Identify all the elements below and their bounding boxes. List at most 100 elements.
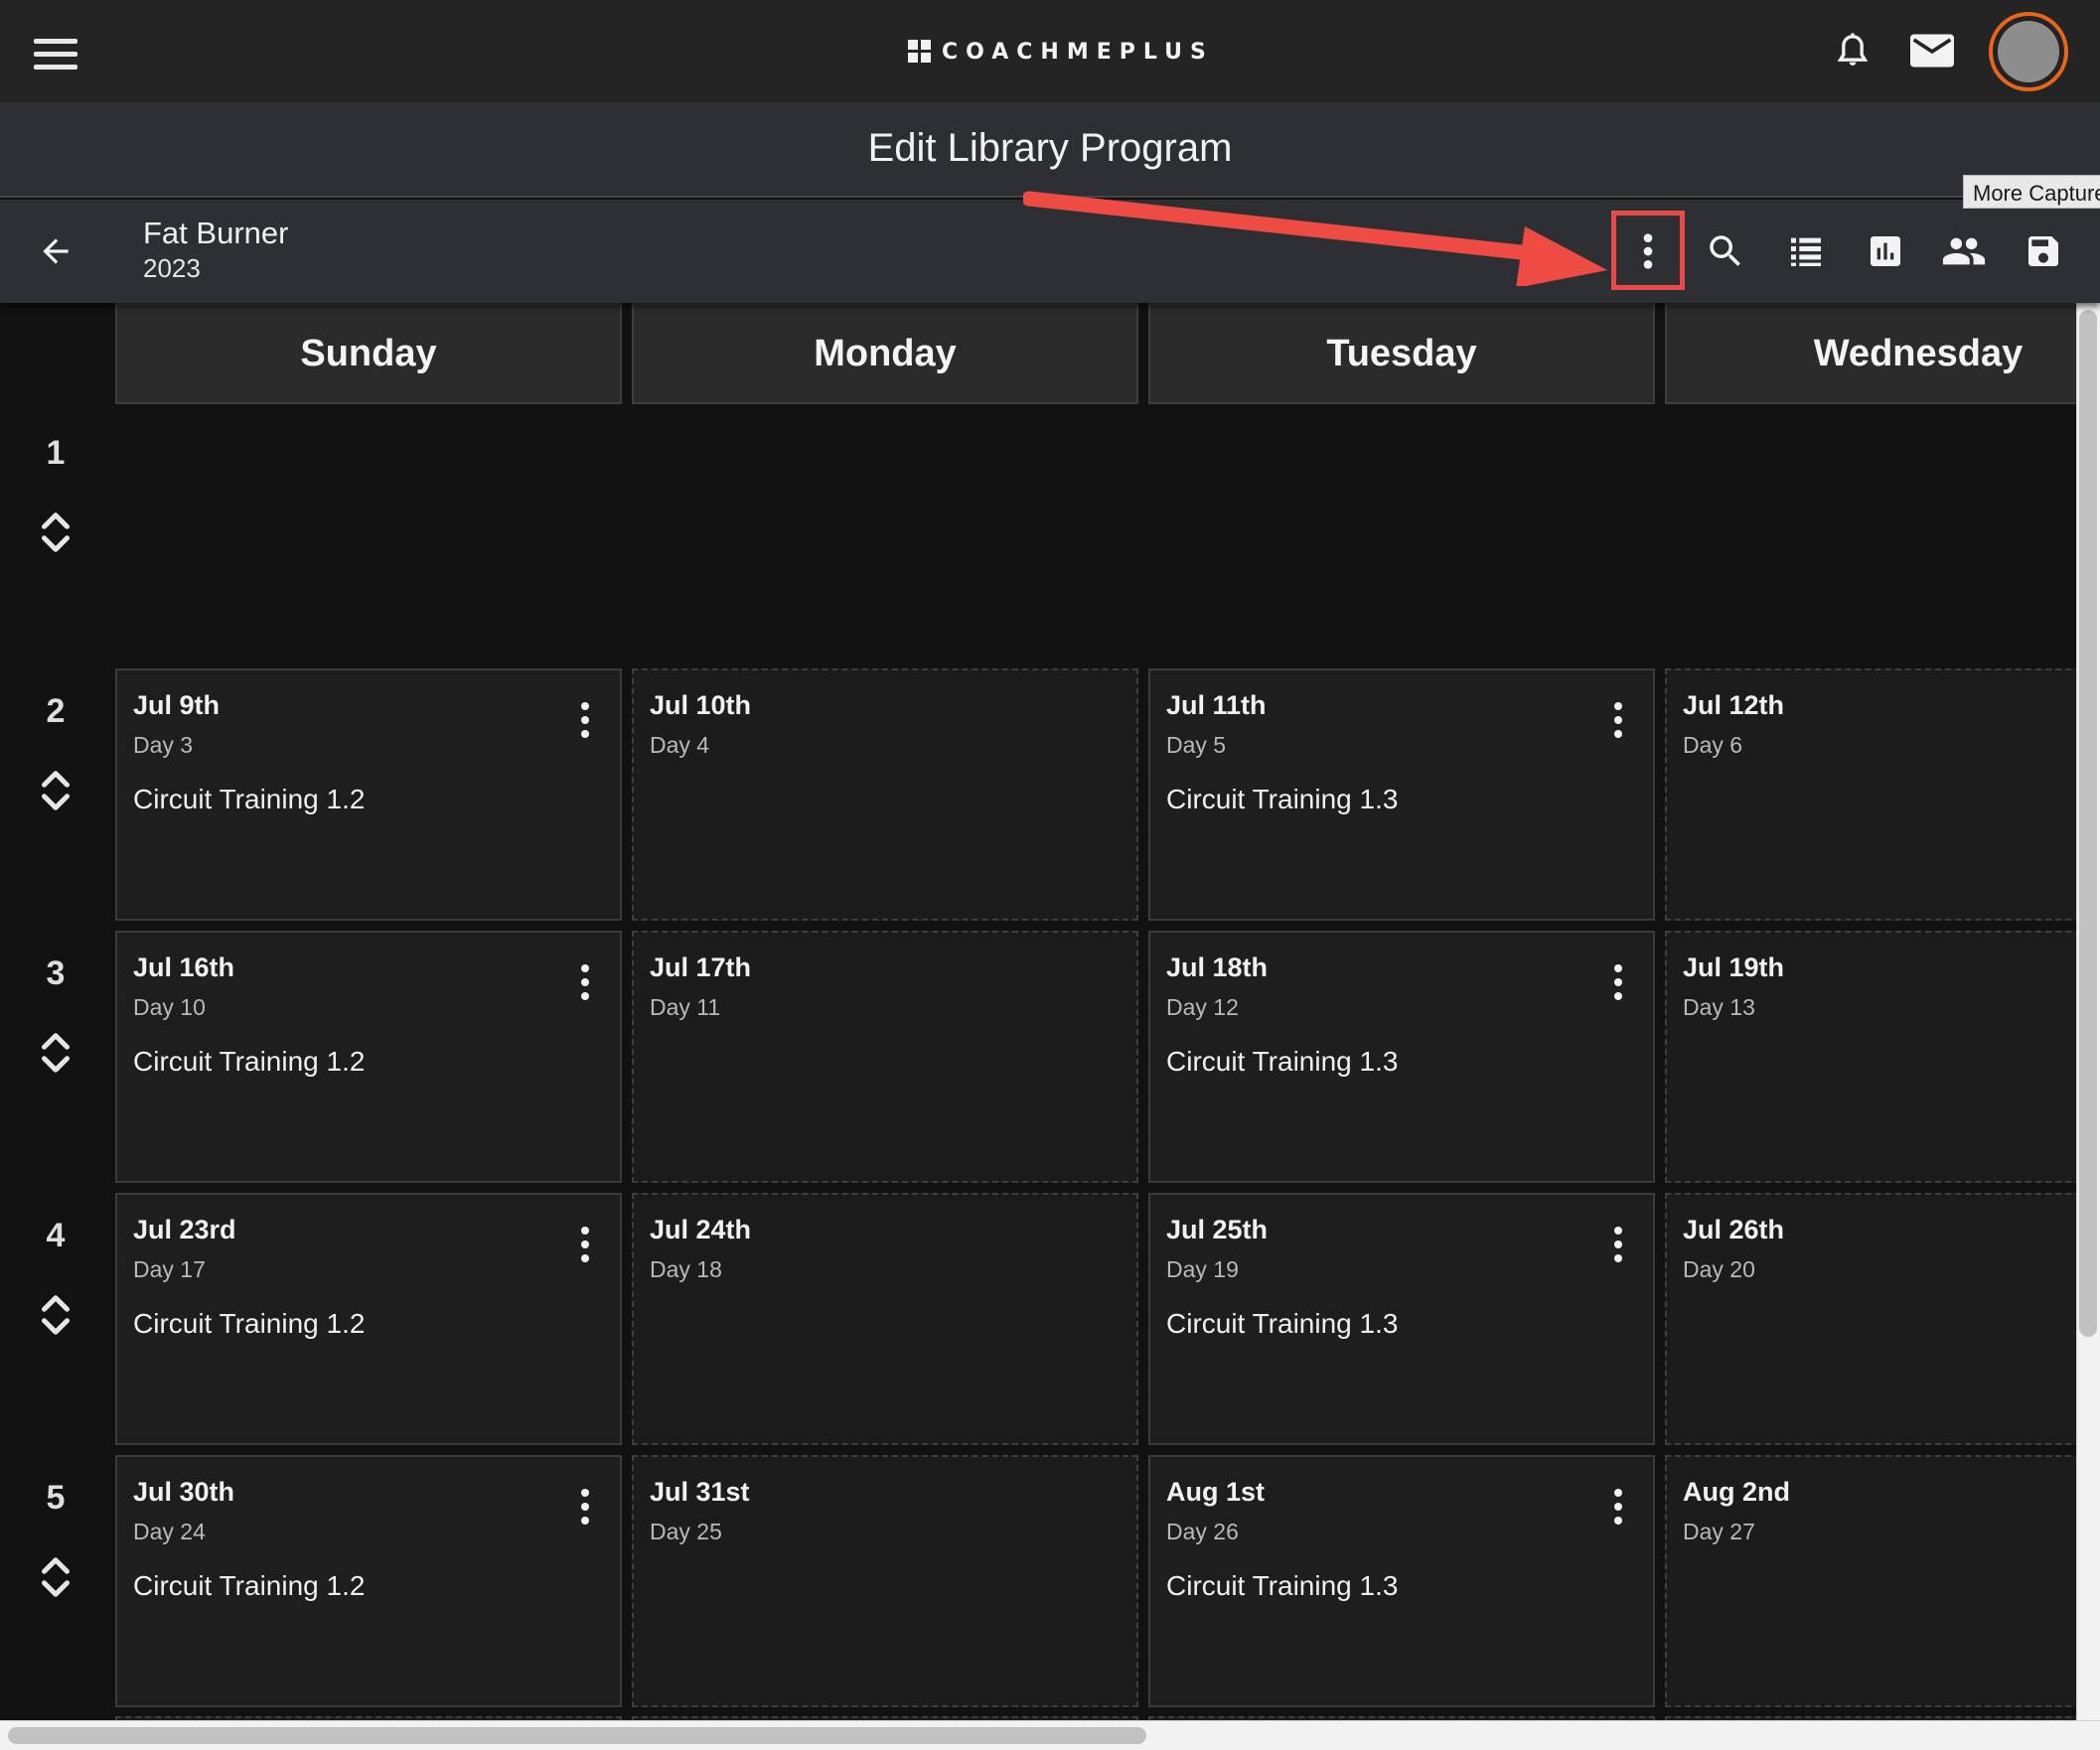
cell-date: Jul 31st xyxy=(650,1477,750,1507)
cell-date: Jul 9th xyxy=(133,690,221,720)
calendar-day-cell[interactable]: Jul 18th Day 12 Circuit Training 1.3 xyxy=(1148,931,1655,1183)
page-title: Edit Library Program xyxy=(867,126,1233,170)
cell-date: Jul 25th xyxy=(1166,1215,1269,1244)
cell-day-number: Day 25 xyxy=(650,1519,722,1544)
week-expand-collapse-icon[interactable] xyxy=(38,768,74,813)
cell-day-number: Day 20 xyxy=(1683,1256,1755,1282)
calendar-day-cell[interactable]: Jul 26th Day 20 xyxy=(1665,1193,2076,1445)
program-toolbar: Fat Burner 2023 xyxy=(0,200,2100,303)
cell-more-vert-icon[interactable] xyxy=(1605,1487,1631,1527)
logo: COACHMEPLUS xyxy=(908,36,1214,68)
cell-date: Jul 23rd xyxy=(133,1215,236,1244)
search-icon[interactable] xyxy=(1700,225,1751,277)
avatar-image xyxy=(1998,21,2059,82)
program-year: 2023 xyxy=(143,253,201,283)
cell-day-number: Day 3 xyxy=(133,732,194,758)
cell-day-number: Day 18 xyxy=(650,1256,722,1282)
cell-workout-name[interactable]: Circuit Training 1.3 xyxy=(1166,1570,1398,1602)
cell-day-number: Day 27 xyxy=(1683,1519,1755,1544)
program-name: Fat Burner xyxy=(143,216,289,250)
week-number: 2 xyxy=(46,692,66,730)
cell-day-number: Day 4 xyxy=(650,732,710,758)
cell-day-number: Day 17 xyxy=(133,1256,206,1282)
cell-date: Jul 18th xyxy=(1166,952,1269,982)
bell-icon[interactable] xyxy=(1828,26,1877,75)
cell-day-number: Day 10 xyxy=(133,994,206,1020)
cell-more-vert-icon[interactable] xyxy=(1605,1225,1631,1264)
cell-date: Jul 16th xyxy=(133,952,235,982)
cell-date: Jul 24th xyxy=(650,1215,752,1244)
logo-text: COACHMEPLUS xyxy=(942,39,1214,65)
cell-date: Jul 17th xyxy=(650,952,752,982)
week-expand-collapse-icon[interactable] xyxy=(38,510,74,555)
calendar-day-cell[interactable]: Jul 23rd Day 17 Circuit Training 1.2 xyxy=(115,1193,622,1445)
week-number: 5 xyxy=(46,1479,66,1517)
calendar-day-cell[interactable]: Jul 19th Day 13 xyxy=(1665,931,2076,1183)
week-number: 4 xyxy=(46,1217,66,1254)
cell-workout-name[interactable]: Circuit Training 1.3 xyxy=(1166,1046,1398,1078)
calendar-day-cell[interactable]: Jul 24th Day 18 xyxy=(632,1193,1138,1445)
calendar-day-cell[interactable]: Jul 12th Day 6 xyxy=(1665,668,2076,921)
cell-more-vert-icon[interactable] xyxy=(572,700,598,740)
menu-icon[interactable] xyxy=(30,30,81,73)
week-expand-collapse-icon[interactable] xyxy=(38,1554,74,1600)
cell-day-number: Day 6 xyxy=(1683,732,1743,758)
cell-date: Jul 11th xyxy=(1166,690,1267,720)
calendar-day-cell[interactable]: Jul 11th Day 5 Circuit Training 1.3 xyxy=(1148,668,1655,921)
cell-date: Aug 1st xyxy=(1166,1477,1266,1507)
cell-more-vert-icon[interactable] xyxy=(1605,700,1631,740)
more-vert-icon[interactable] xyxy=(1622,225,1674,277)
tooltip: More Capture xyxy=(1963,175,2100,209)
day-header-monday: Monday xyxy=(632,303,1138,404)
save-icon[interactable] xyxy=(2018,225,2069,277)
vertical-scrollbar-thumb[interactable] xyxy=(2079,310,2097,1337)
cell-date: Aug 2nd xyxy=(1683,1477,1790,1507)
cell-day-number: Day 11 xyxy=(650,994,721,1020)
cell-date: Jul 10th xyxy=(650,690,752,720)
calendar-day-cell[interactable]: Aug 2nd Day 27 xyxy=(1665,1455,2076,1707)
calendar-day-cell[interactable]: Jul 9th Day 3 Circuit Training 1.2 xyxy=(115,668,622,921)
top-app-bar: COACHMEPLUS xyxy=(0,0,2100,102)
calendar-day-cell[interactable]: Jul 10th Day 4 xyxy=(632,668,1138,921)
cell-day-number: Day 24 xyxy=(133,1519,206,1544)
cell-day-number: Day 19 xyxy=(1166,1256,1239,1282)
cell-workout-name[interactable]: Circuit Training 1.3 xyxy=(1166,1308,1398,1340)
cell-workout-name[interactable]: Circuit Training 1.2 xyxy=(133,784,365,815)
week-number: 3 xyxy=(46,954,66,992)
logo-mark-icon xyxy=(908,40,932,64)
cell-workout-name[interactable]: Circuit Training 1.2 xyxy=(133,1308,365,1340)
horizontal-scrollbar-thumb[interactable] xyxy=(8,1727,1146,1744)
day-header-sunday: Sunday xyxy=(115,303,622,404)
day-header-tuesday: Tuesday xyxy=(1148,303,1655,404)
cell-date: Jul 26th xyxy=(1683,1215,1785,1244)
mail-icon[interactable] xyxy=(1907,26,1957,75)
calendar-day-cell[interactable]: Aug 1st Day 26 Circuit Training 1.3 xyxy=(1148,1455,1655,1707)
cell-more-vert-icon[interactable] xyxy=(572,1487,598,1527)
list-icon[interactable] xyxy=(1780,225,1832,277)
cell-more-vert-icon[interactable] xyxy=(572,962,598,1002)
cell-workout-name[interactable]: Circuit Training 1.2 xyxy=(133,1570,365,1602)
title-bar: Edit Library Program xyxy=(0,102,2100,198)
cell-workout-name[interactable]: Circuit Training 1.3 xyxy=(1166,784,1398,815)
cell-more-vert-icon[interactable] xyxy=(1605,962,1631,1002)
cell-day-number: Day 5 xyxy=(1166,732,1227,758)
calendar-day-cell[interactable]: Jul 25th Day 19 Circuit Training 1.3 xyxy=(1148,1193,1655,1445)
people-icon[interactable] xyxy=(1938,225,1990,277)
cell-day-number: Day 13 xyxy=(1683,994,1755,1020)
week-number: 1 xyxy=(46,434,66,472)
cell-day-number: Day 26 xyxy=(1166,1519,1239,1544)
cell-more-vert-icon[interactable] xyxy=(572,1225,598,1264)
cell-date: Jul 19th xyxy=(1683,952,1785,982)
calendar-day-cell[interactable]: Jul 17th Day 11 xyxy=(632,931,1138,1183)
cell-day-number: Day 12 xyxy=(1166,994,1239,1020)
cell-date: Jul 30th xyxy=(133,1477,235,1507)
calendar-day-cell[interactable]: Jul 30th Day 24 Circuit Training 1.2 xyxy=(115,1455,622,1707)
calendar-day-cell[interactable]: Jul 31st Day 25 xyxy=(632,1455,1138,1707)
week-expand-collapse-icon[interactable] xyxy=(38,1292,74,1338)
cell-workout-name[interactable]: Circuit Training 1.2 xyxy=(133,1046,365,1078)
week-expand-collapse-icon[interactable] xyxy=(38,1030,74,1076)
bar-chart-icon[interactable] xyxy=(1860,225,1911,277)
avatar[interactable] xyxy=(1989,12,2068,91)
calendar-day-cell[interactable]: Jul 16th Day 10 Circuit Training 1.2 xyxy=(115,931,622,1183)
back-arrow-icon[interactable] xyxy=(30,225,81,277)
